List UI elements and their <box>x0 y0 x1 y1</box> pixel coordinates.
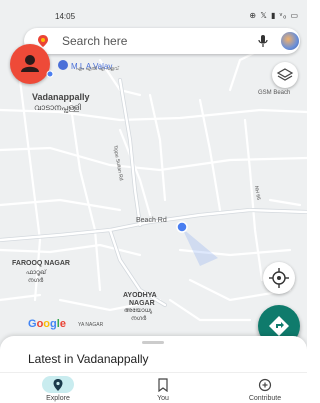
map-label-ayodhya-ml1: അയോധ്യ <box>124 308 153 314</box>
my-location-button[interactable] <box>263 262 295 294</box>
google-logo-letter: g <box>50 318 57 330</box>
status-icons: ⊕ 𝕏 ▮ ᵛₒ ▭ <box>249 11 299 20</box>
tab-you-label: You <box>157 395 169 402</box>
map-label-gsm-beach: GSM Beach <box>258 90 291 96</box>
maps-screen: 14:05 ⊕ 𝕏 ▮ ᵛₒ ▭ Search here M L A Valav… <box>0 0 307 403</box>
status-time: 14:05 <box>55 12 76 21</box>
sheet-drag-handle[interactable] <box>142 341 164 344</box>
map-label-beach-rd: Beach Rd <box>136 217 167 224</box>
tab-explore[interactable]: Explore <box>18 373 98 403</box>
pinned-place-subtitle: എം എൽ എ വളവ് <box>76 66 119 72</box>
map-label-vadanappally: Vadanappally <box>32 92 90 102</box>
map-label-farooq-nagar: FAROOQ NAGAR <box>12 260 70 267</box>
person-icon <box>21 55 39 72</box>
crosshair-icon <box>269 268 289 288</box>
tab-contribute-label: Contribute <box>248 395 282 402</box>
status-bar: 14:05 ⊕ 𝕏 ▮ ᵛₒ ▭ <box>0 0 307 22</box>
tab-you[interactable]: You <box>123 373 203 403</box>
location-pin-icon <box>53 379 63 391</box>
map-label-farooq-ml2: നഗർ <box>28 278 44 284</box>
account-avatar[interactable] <box>281 32 299 50</box>
place-badge-icon <box>58 59 68 70</box>
tab-explore-label: Explore <box>46 395 70 402</box>
search-input[interactable]: Search here <box>62 34 127 48</box>
map-label-vadanappally-ml: വാടാനപ്പള്ളി <box>34 103 81 112</box>
profile-avatar[interactable] <box>10 44 50 84</box>
bookmark-icon <box>158 378 168 392</box>
microphone-icon[interactable] <box>257 34 269 48</box>
my-location-dot <box>176 221 188 233</box>
layers-icon <box>276 68 294 81</box>
add-circle-icon <box>258 378 272 392</box>
map-label-nagar-small: YA NAGAR <box>78 322 104 328</box>
sheet-title: Latest in Vadanappally <box>28 352 149 366</box>
online-dot-icon <box>46 70 54 78</box>
layers-button[interactable] <box>272 62 298 88</box>
map-label-farooq-ml1: ഫാറൂഖ് <box>26 270 46 276</box>
map-label-ayodhya-nagar: NAGAR <box>129 300 155 307</box>
google-logo: Google <box>28 318 66 330</box>
bottom-navigation: Explore You Contribute <box>0 372 307 403</box>
pinned-place[interactable]: M L A Valav എം എൽ എ വളവ് <box>58 56 119 74</box>
google-logo-letter: e <box>59 318 66 330</box>
map-label-ayodhya: AYODHYA <box>123 292 157 299</box>
google-logo-letter: G <box>28 318 37 330</box>
tab-contribute[interactable]: Contribute <box>225 373 305 403</box>
search-bar[interactable]: Search here <box>24 28 300 54</box>
map-label-ayodhya-ml2: നഗർ <box>131 316 147 322</box>
